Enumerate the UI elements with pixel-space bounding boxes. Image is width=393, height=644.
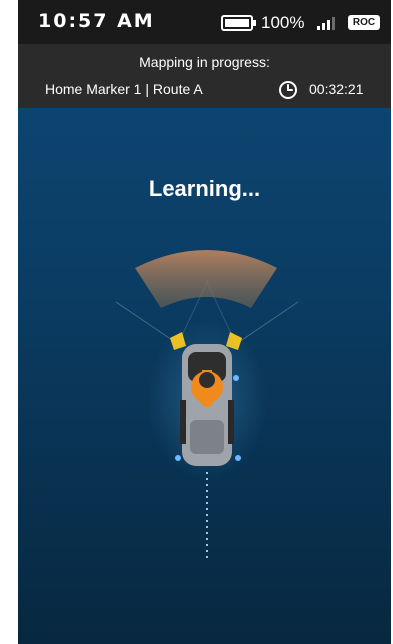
elapsed-time: 00:32:21 <box>309 81 364 97</box>
sensor-cone-icon <box>135 250 277 308</box>
status-time: 10:57 AM <box>38 10 155 32</box>
battery-icon <box>221 15 256 31</box>
mower-icon <box>175 344 241 466</box>
mapping-title: Mapping in progress: <box>139 54 270 70</box>
status-bar: 10:57 AM 100% ROC <box>18 0 391 44</box>
signal-icon <box>317 17 335 30</box>
carrier-badge: ROC <box>348 15 380 30</box>
mapping-header: Mapping in progress: Home Marker 1 | Rou… <box>18 44 391 108</box>
battery-percentage: 100% <box>261 13 305 32</box>
mower-scene <box>115 250 299 558</box>
route-label: Home Marker 1 | Route A <box>45 81 203 97</box>
clock-icon <box>279 81 297 99</box>
learning-status: Learning... <box>148 176 261 201</box>
app-screen: 10:57 AM 100% ROC Mapping in progress: H… <box>18 0 391 644</box>
